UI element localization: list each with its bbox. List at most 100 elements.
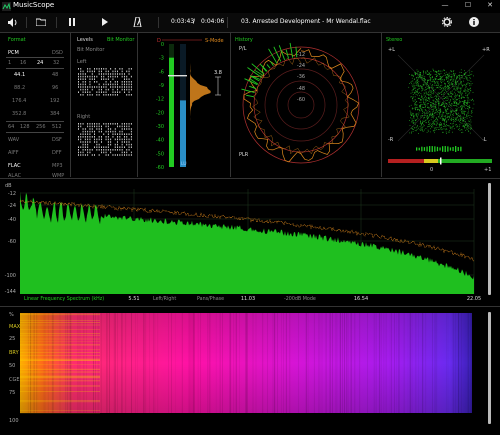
meter-scale-tick: -30: [156, 124, 164, 130]
stereo-panel: Stereo +L +R -R -L 0 +1: [382, 33, 500, 177]
rate-96: 96: [52, 85, 59, 91]
meter-scale-tick: -60: [156, 165, 164, 171]
rate-176-4: 176.4: [12, 98, 27, 104]
codec-wav: WAV: [8, 137, 20, 143]
format-title: Format: [8, 37, 26, 43]
history-ring-label: -60: [297, 97, 305, 103]
spectrum-mode-linear[interactable]: Linear Frequency Spectrum (kHz): [24, 296, 104, 302]
spectrogram: % MAX 25 BRY 50 CGE 75 100: [9, 312, 472, 424]
history-ring-label: -48: [297, 86, 305, 92]
spectrum-mode-200db[interactable]: -200dB Mode: [284, 296, 316, 302]
bit-left-label: Left: [77, 59, 87, 65]
spectrogram-y-label: MAX: [9, 324, 21, 330]
spectrum-y-tick: -40: [8, 217, 16, 223]
pause-icon[interactable]: [68, 18, 76, 26]
meter-mode-s[interactable]: S-Mode: [205, 38, 224, 44]
spectrum-y-tick: -24: [8, 203, 16, 209]
time-total: 0:04:06: [201, 18, 225, 25]
bit-monitor-right: [78, 123, 132, 156]
spectrum-x-tick: 11.03: [241, 296, 255, 302]
spectrum-fill: [20, 191, 474, 294]
format-pcm: PCM: [8, 50, 19, 56]
frequency-spectrum: dB -12 -24 -40 -60 -100 -144 5.51 11.03 16.54 22…: [5, 183, 482, 302]
bit-monitor-subtitle: Bit Monitor: [77, 47, 105, 53]
rate-384: 384: [50, 111, 60, 117]
bit-depth-32: 32: [53, 60, 60, 66]
rate-48: 48: [52, 72, 59, 78]
volume-icon[interactable]: [8, 18, 19, 27]
spectrum-x-tick: 22.05: [467, 296, 481, 302]
spectrogram-y-label: %: [9, 312, 14, 318]
spectrum-y-tick: -12: [8, 191, 16, 197]
codec-flac: FLAC: [8, 163, 21, 169]
correlation-plus-one: +1: [484, 167, 492, 173]
meter-scale-tick: -9: [159, 83, 164, 89]
codec-dsf: DSF: [52, 137, 62, 143]
codec-mp3: MP3: [52, 163, 63, 169]
maximize-button[interactable]: ☐: [461, 1, 475, 9]
dsd-512: 512: [52, 124, 62, 130]
format-dsd: DSD: [52, 50, 63, 56]
loudness-histogram: [190, 63, 211, 123]
rate-192: 192: [50, 98, 60, 104]
correlation-zero: 0: [430, 167, 434, 173]
levels-panel: Levels Bit Monitor Bit Monitor Left Righ…: [71, 33, 138, 177]
time-elapsed: 0:03:43: [171, 18, 195, 25]
dsd-64: 64: [8, 124, 15, 130]
meter-scale-tick: -12: [156, 97, 164, 103]
spectrogram-panel: % MAX 25 BRY 50 CGE 75 100: [0, 306, 500, 435]
gear-icon[interactable]: [442, 17, 452, 27]
format-panel: Format PCM DSD 1 16 24 32 44.1 48 88.2 9…: [0, 33, 71, 179]
spectrum-y-tick: -144: [5, 289, 16, 295]
levels-tab[interactable]: Levels: [77, 37, 93, 43]
close-button[interactable]: ✕: [483, 1, 497, 9]
spectrogram-scrollbar[interactable]: [488, 312, 491, 424]
bit-monitor-left: [78, 68, 132, 96]
dsd-256: 256: [36, 124, 46, 130]
track-title: 03. Arrested Development - Mr Wendal.fla…: [241, 18, 371, 25]
spectrum-y-tick: -60: [8, 239, 16, 245]
spectrum-mode-left-right[interactable]: Left/Right: [153, 296, 176, 302]
history-radar: -12 -24 -36 -48 -60: [241, 42, 360, 164]
level-meter: D S-Mode 0-3-6-9-12-20-30-40-50-60 3.8 L…: [156, 38, 224, 171]
spectrum-y-tick: -100: [5, 273, 16, 279]
minimize-button[interactable]: —: [438, 1, 452, 9]
bit-depth-16: 16: [20, 60, 27, 66]
spectrogram-y-label: BRY: [9, 350, 20, 356]
meter-panel: D S-Mode 0 -3 -6 -9 -12 -20 -30 -40 -50 -60 3.8 L…: [138, 33, 231, 177]
spectrum-x-tick: 5.51: [128, 296, 139, 302]
rate-44-1: 44.1: [14, 72, 26, 78]
bit-monitor-tab[interactable]: Bit Monitor: [107, 37, 134, 43]
dsd-128: 128: [20, 124, 30, 130]
meter-scale-tick: -6: [159, 69, 164, 75]
title-bar: MusicScope — ☐ ✕: [0, 0, 500, 13]
bit-depth-24: 24: [37, 60, 44, 66]
spectrogram-y-label: 25: [9, 336, 15, 342]
meter-scale-tick: -20: [156, 110, 164, 116]
spectrum-scrollbar[interactable]: [488, 183, 491, 295]
toolbar: 0:03:43 / 0:04:06 03. Arrested Developme…: [0, 13, 500, 33]
play-icon[interactable]: [101, 18, 109, 26]
window-title: MusicScope: [13, 1, 55, 9]
rate-352-8: 352.8: [12, 111, 27, 117]
spectrogram-y-label: 75: [9, 390, 15, 396]
meter-scale-tick: -3: [159, 56, 164, 62]
meter-scale-tick: 0: [161, 42, 164, 48]
time-separator: /: [193, 18, 196, 25]
codec-dff: DFF: [52, 150, 62, 156]
peak-value: 3.8: [214, 70, 222, 76]
folder-icon[interactable]: [36, 18, 46, 26]
history-ring-label: -12: [297, 52, 305, 58]
info-icon[interactable]: [469, 17, 479, 27]
spectrogram-y-label: CGE: [9, 377, 20, 383]
meter-lu-bar: [180, 100, 186, 167]
rate-88-2: 88.2: [14, 85, 26, 91]
spectrogram-y-label: 100: [9, 418, 19, 424]
bit-depth-1: 1: [8, 60, 12, 66]
meter-scale-tick: -40: [156, 138, 164, 144]
meter-peak-marker: [168, 75, 187, 77]
spectrum-mode-pans-phase[interactable]: Pans/Phase: [197, 296, 224, 302]
metronome-icon[interactable]: [133, 17, 142, 27]
spectrogram-y-label: 50: [9, 363, 15, 369]
bit-right-label: Right: [77, 114, 91, 120]
